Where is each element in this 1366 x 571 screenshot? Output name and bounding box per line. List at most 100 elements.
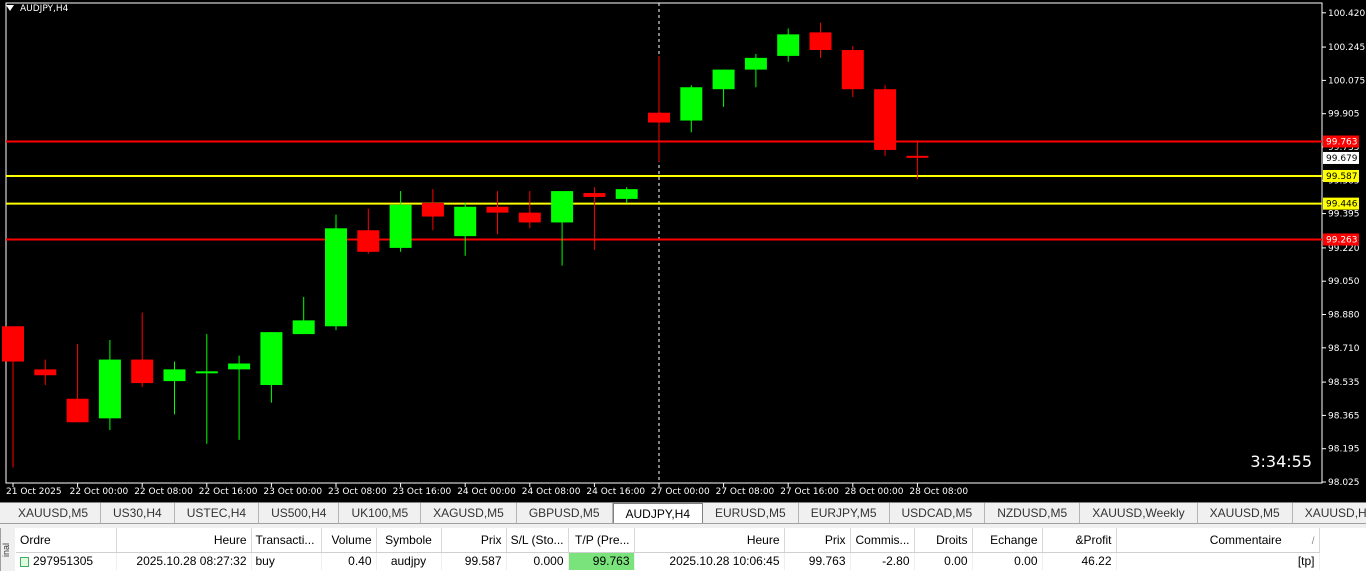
time-tick-label: 22 Oct 16:00: [199, 487, 258, 497]
time-tick-label: 24 Oct 08:00: [522, 487, 581, 497]
table-cell-value: buy: [255, 554, 275, 569]
time-tick-label: 28 Oct 00:00: [845, 487, 904, 497]
chart-tab[interactable]: US30,H4: [101, 503, 175, 523]
table-cell-value: 297951305: [33, 554, 94, 569]
table-cell-value: 0.00: [1014, 554, 1038, 569]
candle-body: [98, 359, 121, 419]
column-header-label: Symbole: [385, 532, 432, 547]
table-cell-value: 0.00: [944, 554, 968, 569]
chart-tab[interactable]: XAGUSD,M5: [421, 503, 517, 523]
time-tick-label: 27 Oct 00:00: [651, 487, 710, 497]
table-cell: 0.40: [321, 552, 377, 570]
candle-body: [648, 112, 670, 123]
time-tick-label: 22 Oct 08:00: [134, 487, 193, 497]
candle-body: [906, 155, 929, 158]
column-header-label: Commis...: [855, 532, 910, 547]
column-header-label: Transacti...: [255, 532, 315, 547]
column-header[interactable]: Ordre: [16, 528, 117, 553]
chart-tab[interactable]: AUDJPY,H4: [612, 503, 703, 523]
chart-tab[interactable]: EURJPY,M5: [799, 503, 890, 523]
candle-body: [874, 89, 897, 150]
column-header[interactable]: Symbole: [376, 528, 442, 553]
price-chart[interactable]: 100.420100.245100.07599.90599.73599.5659…: [0, 0, 1366, 503]
terminal-side-label[interactable]: inal: [0, 528, 15, 571]
time-tick-label: 27 Oct 08:00: [716, 487, 775, 497]
table-cell: audjpy: [376, 552, 442, 570]
chart-tab[interactable]: USTEC,H4: [175, 503, 260, 523]
column-header[interactable]: Droits: [914, 528, 973, 553]
table-cell: [tp]: [1116, 552, 1320, 570]
chart-tab[interactable]: XAUUSD,H1: [1293, 503, 1366, 523]
level-price-label: 99.263: [1326, 235, 1358, 245]
price-tick-label: 99.050: [1328, 277, 1360, 287]
table-cell: 0.00: [914, 552, 973, 570]
candle-body: [389, 204, 412, 248]
column-header[interactable]: Heure: [116, 528, 252, 553]
column-header[interactable]: Volume: [321, 528, 377, 553]
column-header-label: Heure: [746, 532, 780, 547]
table-cell-value: 99.763: [592, 554, 630, 569]
table-header-row: Ordre Heure Transacti... Volume Symbole Prix S…: [16, 528, 1320, 553]
column-header[interactable]: Transacti...: [251, 528, 322, 553]
price-tick-label: 98.025: [1328, 478, 1360, 488]
column-header[interactable]: Prix: [784, 528, 851, 553]
column-header[interactable]: Echange: [972, 528, 1043, 553]
table-cell-value: 99.763: [808, 554, 846, 569]
history-table: Ordre Heure Transacti... Volume Symbole Prix S…: [16, 528, 1320, 570]
chart-tab[interactable]: XAUUSD,Weekly: [1080, 503, 1198, 523]
column-header[interactable]: Commentaire /: [1116, 528, 1320, 553]
candle-body: [551, 191, 574, 223]
column-header-label: Commentaire: [1209, 532, 1282, 547]
column-header-label: Volume: [331, 532, 372, 547]
price-tick-label: 99.395: [1328, 210, 1360, 220]
table-cell: 99.763: [784, 552, 851, 570]
chart-tab[interactable]: GBPUSD,M5: [517, 503, 613, 523]
candle-body: [777, 34, 800, 56]
table-cell: 0.000: [506, 552, 569, 570]
column-header-label: Prix: [824, 532, 846, 547]
column-header-label: Prix: [480, 532, 502, 547]
column-header[interactable]: Heure: [634, 528, 785, 553]
chart-tab[interactable]: US500,H4: [259, 503, 340, 523]
table-cell-value: 2025.10.28 10:06:45: [669, 554, 780, 569]
candle-body: [195, 371, 218, 374]
chart-tab[interactable]: EURUSD,M5: [703, 503, 799, 523]
price-tick-label: 99.905: [1328, 110, 1360, 120]
candle-body: [583, 193, 606, 197]
candle-body: [712, 69, 735, 90]
table-cell-value: 99.587: [464, 554, 502, 569]
candle-body: [228, 363, 251, 370]
column-header[interactable]: T/P (Pre...: [568, 528, 635, 553]
candle-body: [357, 230, 380, 252]
chart-tab[interactable]: UK100,M5: [339, 503, 422, 523]
column-header[interactable]: Commis...: [850, 528, 915, 553]
column-header[interactable]: S/L (Sto...: [506, 528, 569, 553]
candle-body: [680, 87, 703, 121]
chart-window[interactable]: 100.420100.245100.07599.90599.73599.5659…: [0, 0, 1366, 503]
chart-tab[interactable]: XAUUSD,M5: [6, 503, 102, 523]
table-cell-value: 46.22: [1081, 554, 1112, 569]
candle-body: [325, 228, 347, 327]
column-header[interactable]: &Profit: [1042, 528, 1117, 553]
time-tick-label: 28 Oct 08:00: [909, 487, 968, 497]
candle-body: [34, 369, 57, 376]
table-cell: -2.80: [850, 552, 915, 570]
column-header-label: Droits: [936, 532, 968, 547]
time-tick-label: 23 Oct 16:00: [393, 487, 452, 497]
chart-tab[interactable]: USDCAD,M5: [890, 503, 986, 523]
table-cell-value: -2.80: [882, 554, 910, 569]
table-cell: 2025.10.28 10:06:45: [634, 552, 785, 570]
column-header-label: T/P (Pre...: [575, 532, 630, 547]
table-cell-value: 2025.10.28 08:27:32: [136, 554, 247, 569]
plot-frame: [5, 2, 1323, 484]
column-header[interactable]: Prix: [441, 528, 507, 553]
chart-menu-icon[interactable]: [6, 5, 14, 11]
chart-tab[interactable]: NZDUSD,M5: [985, 503, 1081, 523]
chart-tab[interactable]: XAUUSD,M5: [1198, 503, 1293, 523]
candle-body: [2, 326, 24, 362]
candle-countdown-timer: 3:34:55: [1250, 452, 1312, 471]
candle-body: [292, 320, 315, 335]
table-row[interactable]: 297951305 2025.10.28 08:27:32 buy 0.40 audjp…: [16, 552, 1320, 570]
candle-body: [260, 332, 283, 386]
table-cell-value: audjpy: [390, 554, 427, 569]
